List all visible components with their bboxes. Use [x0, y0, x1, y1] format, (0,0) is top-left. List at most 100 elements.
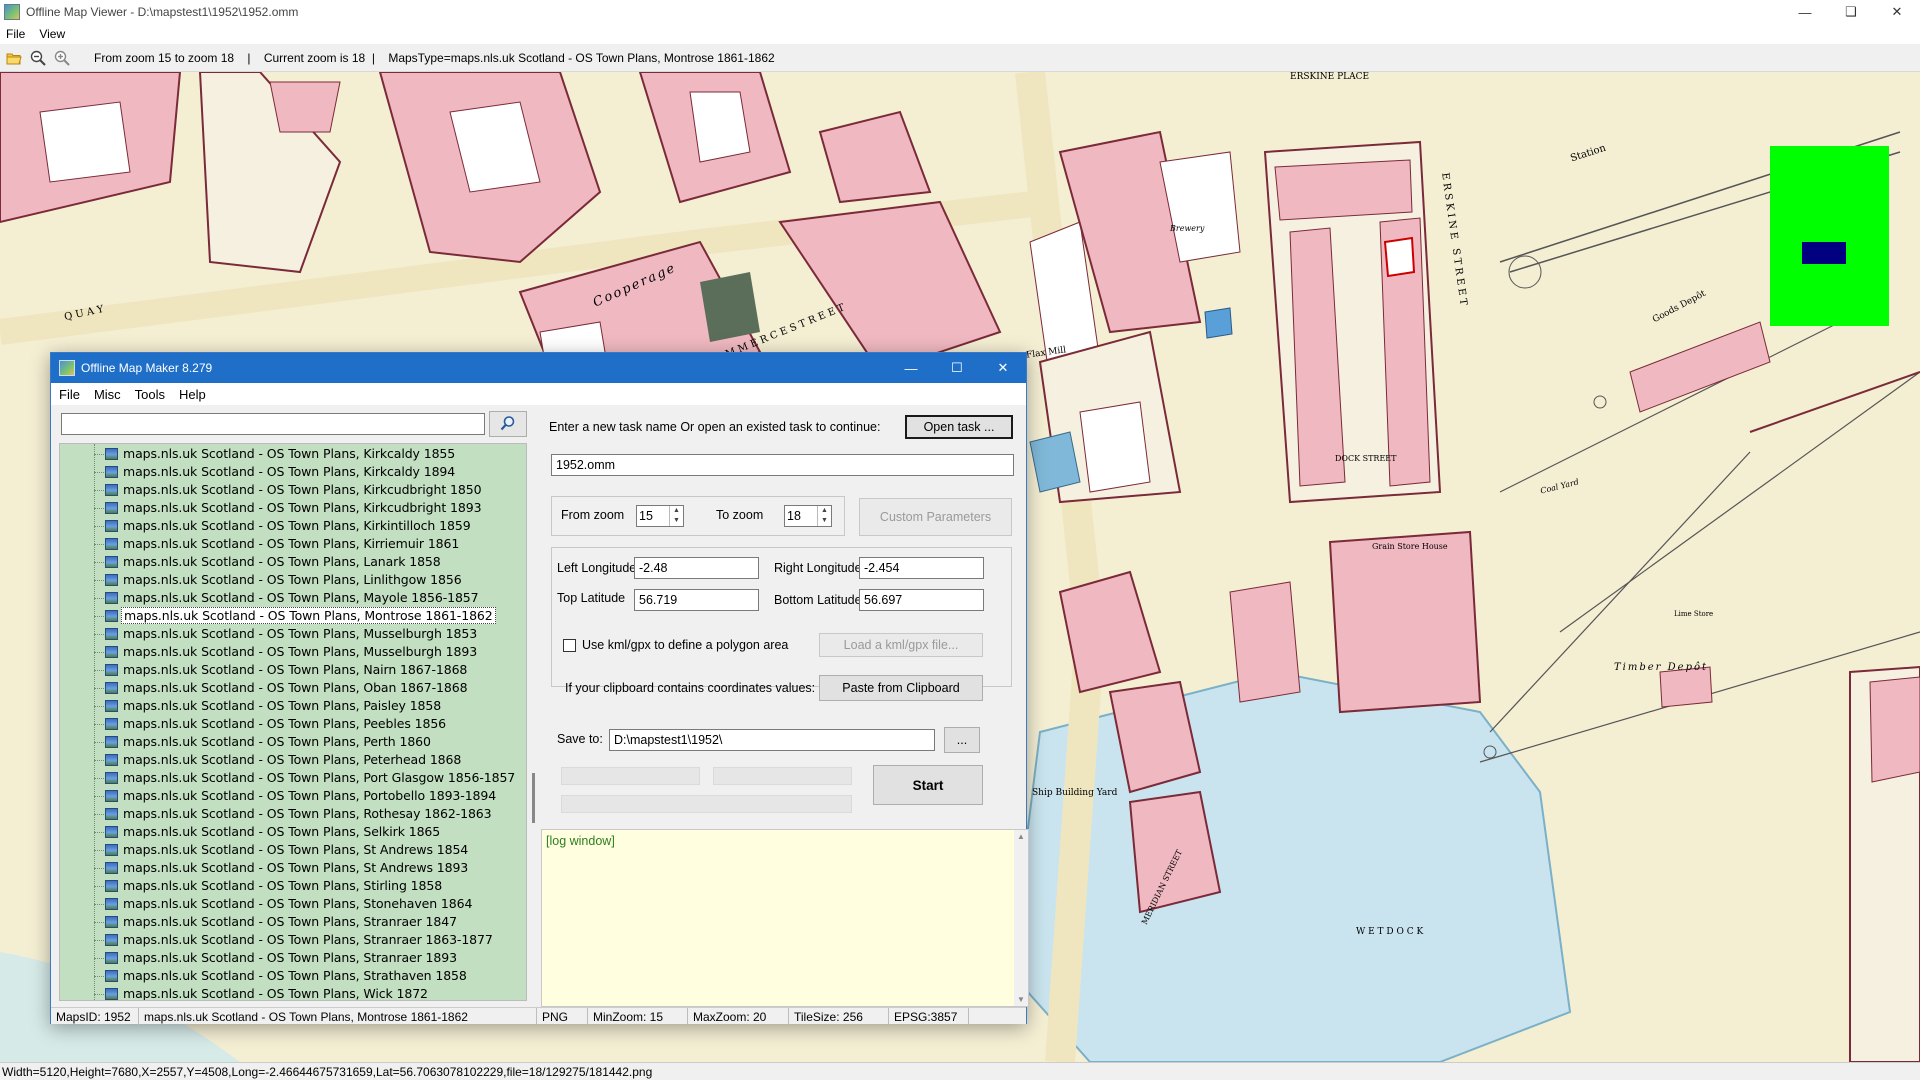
browse-button[interactable]: ... — [944, 727, 980, 753]
dialog-close-icon[interactable]: ✕ — [980, 353, 1026, 383]
search-button[interactable] — [489, 411, 527, 437]
tree-item[interactable]: maps.nls.uk Scotland - OS Town Plans, St… — [60, 895, 520, 913]
menu-view[interactable]: View — [39, 27, 65, 41]
dialog-menu-tools[interactable]: Tools — [135, 387, 165, 402]
tree-item-label: maps.nls.uk Scotland - OS Town Plans, Wi… — [123, 986, 428, 1001]
overview-viewport-rect[interactable] — [1802, 242, 1846, 264]
tree-item[interactable]: maps.nls.uk Scotland - OS Town Plans, St… — [60, 967, 520, 985]
tree-item[interactable]: maps.nls.uk Scotland - OS Town Plans, La… — [60, 553, 520, 571]
log-text: [log window] — [546, 834, 615, 848]
tree-item[interactable]: maps.nls.uk Scotland - OS Town Plans, Ma… — [60, 589, 520, 607]
viewer-title: Offline Map Viewer - D:\mapstest1\1952\1… — [26, 5, 299, 19]
top-latitude-input[interactable] — [634, 589, 759, 611]
log-scrollbar[interactable]: ▲ ▼ — [1014, 830, 1028, 1006]
dialog-app-icon — [59, 360, 75, 376]
zoom-in-icon[interactable] — [52, 48, 72, 68]
custom-parameters-button[interactable]: Custom Parameters — [859, 498, 1012, 536]
dialog-minimize-icon[interactable]: — — [888, 353, 934, 383]
dialog-menu-file[interactable]: File — [59, 387, 80, 402]
tree-item[interactable]: maps.nls.uk Scotland - OS Town Plans, St… — [60, 931, 520, 949]
tree-scrollbar-thumb[interactable] — [532, 773, 535, 823]
dialog-titlebar[interactable]: Offline Map Maker 8.279 — ☐ ✕ — [51, 353, 1026, 383]
kml-polygon-checkbox[interactable] — [563, 639, 576, 652]
right-longitude-input[interactable] — [859, 557, 984, 579]
to-zoom-spinner[interactable]: 18 ▲ ▼ — [784, 505, 832, 527]
tree-item[interactable]: maps.nls.uk Scotland - OS Town Plans, Ro… — [60, 805, 520, 823]
tree-item[interactable]: maps.nls.uk Scotland - OS Town Plans, Ki… — [60, 463, 520, 481]
map-label-dock-street: DOCK STREET — [1335, 454, 1397, 463]
dialog-menu-misc[interactable]: Misc — [94, 387, 121, 402]
dialog-menu-help[interactable]: Help — [179, 387, 206, 402]
zoom-out-icon[interactable] — [28, 48, 48, 68]
tree-item[interactable]: maps.nls.uk Scotland - OS Town Plans, Ob… — [60, 679, 520, 697]
save-to-input[interactable] — [609, 729, 935, 751]
map-search-input[interactable] — [61, 413, 485, 435]
tree-item[interactable]: maps.nls.uk Scotland - OS Town Plans, Mo… — [60, 607, 520, 625]
status-epsg: EPSG:3857 — [889, 1008, 969, 1025]
paste-clipboard-button[interactable]: Paste from Clipboard — [819, 675, 983, 701]
tree-item[interactable]: maps.nls.uk Scotland - OS Town Plans, St… — [60, 949, 520, 967]
bottom-latitude-input[interactable] — [859, 589, 984, 611]
status-format: PNG — [537, 1008, 588, 1025]
close-icon[interactable]: ✕ — [1874, 0, 1920, 24]
scroll-up-icon[interactable]: ▲ — [1017, 832, 1025, 841]
viewer-titlebar: Offline Map Viewer - D:\mapstest1\1952\1… — [0, 0, 1920, 24]
map-tile-icon — [105, 844, 118, 856]
tree-item[interactable]: maps.nls.uk Scotland - OS Town Plans, Pa… — [60, 697, 520, 715]
load-kml-button[interactable]: Load a kml/gpx file... — [819, 633, 983, 657]
overview-minimap[interactable] — [1770, 146, 1889, 326]
tree-item[interactable]: maps.nls.uk Scotland - OS Town Plans, Pe… — [60, 733, 520, 751]
map-tile-icon — [105, 718, 118, 730]
tree-item[interactable]: maps.nls.uk Scotland - OS Town Plans, Po… — [60, 769, 520, 787]
tree-item[interactable]: maps.nls.uk Scotland - OS Town Plans, Ki… — [60, 499, 520, 517]
open-task-button[interactable]: Open task ... — [905, 415, 1013, 439]
from-zoom-spinner[interactable]: 15 ▲ ▼ — [636, 505, 684, 527]
tree-item-label: maps.nls.uk Scotland - OS Town Plans, Po… — [123, 788, 497, 803]
left-longitude-input[interactable] — [634, 557, 759, 579]
tree-item[interactable]: maps.nls.uk Scotland - OS Town Plans, Ki… — [60, 445, 520, 463]
tree-item[interactable]: maps.nls.uk Scotland - OS Town Plans, Li… — [60, 571, 520, 589]
progress-bar-total — [561, 795, 852, 813]
map-label-ship-yard: Ship Building Yard — [1032, 788, 1118, 798]
zoom-info-text: From zoom 15 to zoom 18 | Current zoom i… — [94, 50, 775, 65]
save-to-label: Save to: — [557, 732, 603, 746]
to-zoom-arrows[interactable]: ▲ ▼ — [817, 506, 831, 526]
maximize-icon[interactable]: ❑ — [1828, 0, 1874, 24]
tree-item[interactable]: maps.nls.uk Scotland - OS Town Plans, Po… — [60, 787, 520, 805]
tree-item-label: maps.nls.uk Scotland - OS Town Plans, Mu… — [123, 626, 478, 641]
start-button[interactable]: Start — [873, 765, 983, 805]
tree-item[interactable]: maps.nls.uk Scotland - OS Town Plans, Pe… — [60, 715, 520, 733]
map-tile-icon — [105, 988, 118, 1000]
tree-item[interactable]: maps.nls.uk Scotland - OS Town Plans, St… — [60, 913, 520, 931]
map-tile-icon — [105, 736, 118, 748]
tree-item[interactable]: maps.nls.uk Scotland - OS Town Plans, Wi… — [60, 985, 520, 1001]
tree-item[interactable]: maps.nls.uk Scotland - OS Town Plans, Se… — [60, 823, 520, 841]
scroll-down-icon[interactable]: ▼ — [1017, 995, 1025, 1004]
maps-tree[interactable]: maps.nls.uk Scotland - OS Town Plans, Ki… — [59, 443, 527, 1001]
tree-item[interactable]: maps.nls.uk Scotland - OS Town Plans, Ki… — [60, 481, 520, 499]
tree-item[interactable]: maps.nls.uk Scotland - OS Town Plans, St… — [60, 877, 520, 895]
log-window[interactable]: [log window] ▲ ▼ — [541, 829, 1029, 1007]
kml-polygon-label: Use kml/gpx to define a polygon area — [582, 638, 789, 652]
tree-item-label: maps.nls.uk Scotland - OS Town Plans, Ki… — [123, 446, 456, 461]
tree-item[interactable]: maps.nls.uk Scotland - OS Town Plans, Ki… — [60, 517, 520, 535]
tree-item[interactable]: maps.nls.uk Scotland - OS Town Plans, Ki… — [60, 535, 520, 553]
tree-item[interactable]: maps.nls.uk Scotland - OS Town Plans, St… — [60, 859, 520, 877]
map-tile-icon — [105, 862, 118, 874]
tree-item[interactable]: maps.nls.uk Scotland - OS Town Plans, St… — [60, 841, 520, 859]
tree-item[interactable]: maps.nls.uk Scotland - OS Town Plans, Mu… — [60, 625, 520, 643]
open-folder-icon[interactable] — [4, 48, 24, 68]
tree-item-label: maps.nls.uk Scotland - OS Town Plans, St… — [123, 932, 493, 947]
map-tile-icon — [105, 898, 118, 910]
tree-item[interactable]: maps.nls.uk Scotland - OS Town Plans, Mu… — [60, 643, 520, 661]
dialog-statusbar: MapsID: 1952 maps.nls.uk Scotland - OS T… — [51, 1007, 1026, 1025]
menu-file[interactable]: File — [6, 27, 25, 41]
tree-item[interactable]: maps.nls.uk Scotland - OS Town Plans, Pe… — [60, 751, 520, 769]
map-tile-icon — [105, 484, 118, 496]
tree-item-label: maps.nls.uk Scotland - OS Town Plans, Ro… — [123, 806, 492, 821]
from-zoom-arrows[interactable]: ▲ ▼ — [669, 506, 683, 526]
tree-item[interactable]: maps.nls.uk Scotland - OS Town Plans, Na… — [60, 661, 520, 679]
minimize-icon[interactable]: — — [1782, 0, 1828, 24]
task-name-input[interactable] — [551, 454, 1014, 476]
dialog-maximize-icon[interactable]: ☐ — [934, 353, 980, 383]
